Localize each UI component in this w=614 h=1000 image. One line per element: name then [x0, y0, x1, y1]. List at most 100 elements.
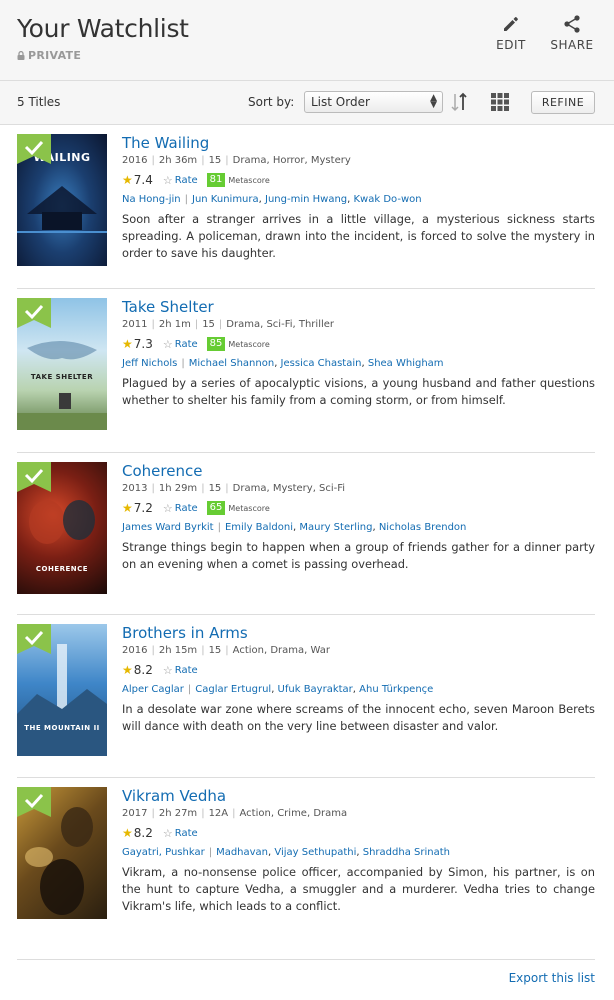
movie-meta: 2011 | 2h 1m | 15 | Drama, Sci-Fi, Thriller [122, 319, 335, 330]
rating-row: ★ 8.2 ☆ Rate [122, 825, 198, 841]
director-link[interactable]: Na Hong-jin [122, 194, 181, 205]
watchlist-ribbon-icon[interactable] [17, 462, 51, 492]
cast-link[interactable]: Caglar Ertugrul [195, 684, 271, 695]
poster-scene [17, 340, 107, 430]
divider [17, 777, 595, 778]
star-icon: ★ [122, 337, 133, 351]
cast-link[interactable]: Shraddha Srinath [363, 847, 450, 858]
director-link[interactable]: Jeff Nichols [122, 358, 177, 369]
cast-link[interactable]: Ahu Türkpençe [359, 684, 433, 695]
movie-year: 2011 [122, 319, 148, 330]
poster-title: TAKE SHELTER [30, 373, 94, 381]
grid-view-icon[interactable] [491, 93, 509, 111]
rate-button[interactable]: ☆ Rate [163, 338, 198, 351]
edit-label: EDIT [496, 38, 526, 52]
cast-link[interactable]: Emily Baldoni [225, 522, 293, 533]
rate-label: Rate [174, 827, 198, 839]
imdb-rating: 7.3 [133, 337, 153, 351]
share-label: SHARE [550, 38, 594, 52]
cast-link[interactable]: Jun Kunimura [192, 194, 259, 205]
rating-row: ★ 8.2 ☆ Rate [122, 662, 198, 678]
poster-image[interactable]: WAILING [17, 134, 107, 266]
sort-direction-icon[interactable] [450, 91, 470, 113]
poster-title: COHERENCE [35, 565, 89, 573]
rate-button[interactable]: ☆ Rate [163, 664, 198, 677]
credits: Jeff Nichols | Michael Shannon, Jessica Ch… [122, 358, 444, 369]
poster-image[interactable]: THE MOUNTAIN II [17, 624, 107, 756]
star-outline-icon: ☆ [162, 337, 173, 351]
plot-summary: Plagued by a series of apocalyptic visio… [122, 376, 595, 407]
movie-title[interactable]: Coherence [122, 462, 202, 480]
watchlist-ribbon-icon[interactable] [17, 134, 51, 164]
star-icon: ★ [122, 501, 133, 515]
rate-label: Rate [174, 664, 198, 676]
cast-link[interactable]: Nicholas Brendon [379, 522, 467, 533]
movie-year: 2016 [122, 645, 148, 656]
select-arrows-icon: ▲ ▼ [430, 93, 437, 110]
director-link[interactable]: James Ward Byrkit [122, 522, 214, 533]
plot-summary: Strange things begin to happen when a gr… [122, 540, 595, 571]
watchlist-header: Your Watchlist PRIVATE EDIT SHARE [0, 0, 614, 81]
export-list-link[interactable]: Export this list [509, 971, 595, 985]
star-outline-icon: ☆ [162, 173, 173, 187]
movie-genres: Drama, Sci-Fi, Thriller [226, 319, 335, 330]
cast-link[interactable]: Michael Shannon [189, 358, 274, 369]
star-icon: ★ [122, 173, 133, 187]
sort-select[interactable]: List Order ▲ ▼ [304, 91, 443, 113]
cast-link[interactable]: Maury Sterling [299, 522, 372, 533]
title-count: 5 Titles [17, 95, 61, 109]
movie-meta: 2013 | 1h 29m | 15 | Drama, Mystery, Sci-Fi [122, 483, 346, 494]
movie-meta: 2016 | 2h 15m | 15 | Action, Drama, War [122, 645, 331, 656]
imdb-rating: 8.2 [133, 826, 153, 840]
star-outline-icon: ☆ [162, 663, 173, 677]
movie-title[interactable]: Vikram Vedha [122, 787, 226, 805]
cast-link[interactable]: Kwak Do-won [354, 194, 422, 205]
cast-link[interactable]: Shea Whigham [368, 358, 444, 369]
movie-runtime: 2h 27m [158, 808, 198, 819]
metascore-label: Metascore [228, 503, 270, 513]
movie-title[interactable]: Brothers in Arms [122, 624, 248, 642]
watchlist-ribbon-icon[interactable] [17, 624, 51, 654]
rate-label: Rate [174, 338, 198, 350]
refine-button[interactable]: REFINE [531, 91, 595, 114]
rate-button[interactable]: ☆ Rate [163, 827, 198, 840]
watchlist-ribbon-icon[interactable] [17, 787, 51, 817]
sort-by-label: Sort by: [248, 95, 295, 109]
imdb-rating: 7.2 [133, 501, 153, 515]
metascore-badge: 85 [206, 337, 226, 351]
cast-link[interactable]: Jung-min Hwang [265, 194, 347, 205]
plot-summary: In a desolate war zone where screams of … [122, 702, 595, 733]
share-button[interactable]: SHARE [547, 14, 597, 52]
movie-certificate: 15 [208, 645, 222, 656]
star-icon: ★ [122, 663, 133, 677]
movie-title[interactable]: The Wailing [122, 134, 209, 152]
poster-image[interactable]: TAKE SHELTER [17, 298, 107, 430]
credits: James Ward Byrkit | Emily Baldoni, Maury S… [122, 522, 467, 533]
rating-row: ★ 7.3 ☆ Rate 85 Metascore [122, 336, 270, 352]
movie-year: 2017 [122, 808, 148, 819]
pencil-icon [504, 17, 518, 31]
director-link[interactable]: Gayatri, Pushkar [122, 847, 205, 858]
edit-button[interactable]: EDIT [486, 14, 536, 52]
movie-certificate: 12A [208, 808, 229, 819]
imdb-rating: 8.2 [133, 663, 153, 677]
poster-title: THE MOUNTAIN II [24, 724, 100, 732]
rate-button[interactable]: ☆ Rate [163, 174, 198, 187]
movie-certificate: 15 [208, 155, 222, 166]
cast-link[interactable]: Ufuk Bayraktar [278, 684, 353, 695]
imdb-rating: 7.4 [133, 173, 153, 187]
cast-link[interactable]: Vijay Sethupathi [274, 847, 356, 858]
director-link[interactable]: Alper Caglar [122, 684, 184, 695]
watchlist-ribbon-icon[interactable] [17, 298, 51, 328]
poster-image[interactable] [17, 787, 107, 919]
cast-link[interactable]: Madhavan [216, 847, 268, 858]
poster-image[interactable]: COHERENCE [17, 462, 107, 594]
metascore-badge: 65 [206, 501, 226, 515]
cast-link[interactable]: Jessica Chastain [281, 358, 362, 369]
poster-scene [17, 186, 107, 233]
rate-button[interactable]: ☆ Rate [163, 502, 198, 515]
sort-select-value: List Order [311, 95, 370, 109]
privacy-label: PRIVATE [28, 49, 82, 62]
movie-title[interactable]: Take Shelter [122, 298, 214, 316]
plot-summary: Soon after a stranger arrives in a littl… [122, 212, 595, 260]
